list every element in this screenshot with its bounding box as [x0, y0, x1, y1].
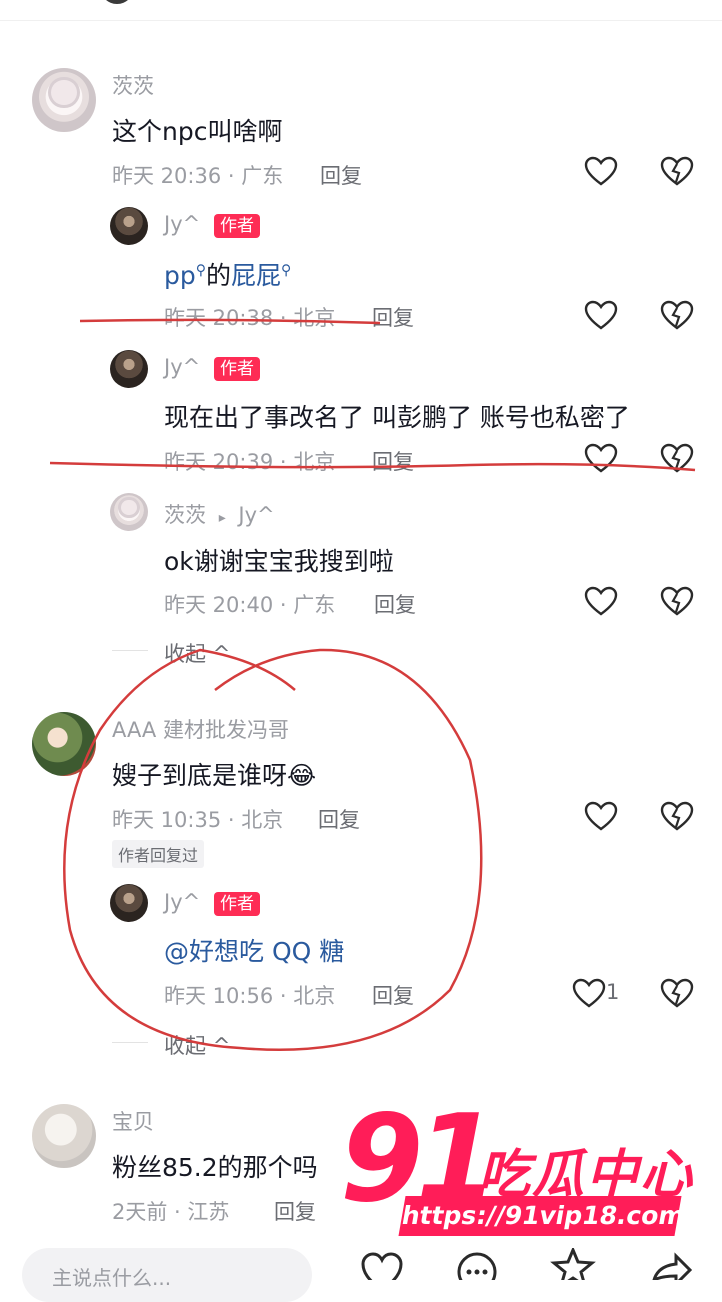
underline-annotation	[79, 318, 381, 325]
red-annotation-overlay	[49, 318, 696, 1051]
like-icon[interactable]	[360, 1250, 404, 1280]
circle-annotation	[63, 648, 483, 1051]
underline-annotation	[49, 461, 696, 472]
share-icon[interactable]	[648, 1250, 694, 1280]
star-icon[interactable]	[550, 1248, 596, 1280]
watermark-url: https://91vip18.com	[398, 1196, 687, 1236]
comment-input[interactable]: 主说点什么...	[22, 1248, 312, 1302]
comment-icon[interactable]	[455, 1250, 499, 1280]
